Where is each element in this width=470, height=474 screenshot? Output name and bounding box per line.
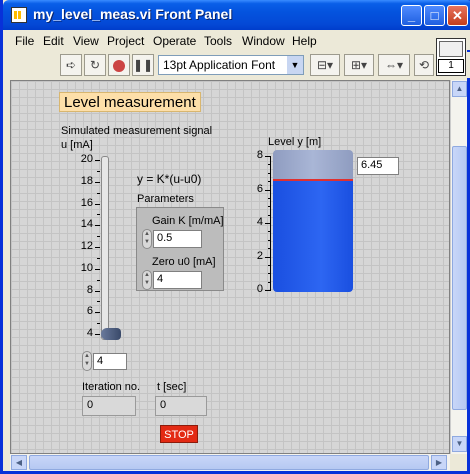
iteration-indicator: 0 xyxy=(82,396,136,416)
gain-spin-buttons[interactable]: ▲ ▼ xyxy=(142,229,152,249)
menu-edit[interactable]: Edit xyxy=(43,34,64,48)
slider-track[interactable] xyxy=(101,156,109,340)
menu-tools[interactable]: Tools xyxy=(204,34,232,48)
vertical-scrollbar[interactable]: ▲ ▼ xyxy=(450,80,467,454)
zero-spin-buttons[interactable]: ▲ ▼ xyxy=(142,270,152,290)
font-select-value: 13pt Application Font xyxy=(163,58,276,72)
iteration-label: Iteration no. xyxy=(82,381,141,393)
tank-label: Level y [m] xyxy=(268,136,322,148)
time-label: t [sec] xyxy=(157,381,187,393)
font-select[interactable]: 13pt Application Font ▼ xyxy=(158,55,304,75)
tank-tick-label: 0 xyxy=(256,283,263,295)
gain-input[interactable]: 0.5 xyxy=(153,230,202,248)
title-bar[interactable]: my_level_meas.vi Front Panel _ □ ✕ xyxy=(3,0,470,30)
vi-app-icon xyxy=(11,7,27,23)
tank-fill xyxy=(273,180,353,292)
slider-thumb[interactable] xyxy=(101,328,121,340)
scroll-left-icon[interactable]: ◀ xyxy=(11,455,27,470)
run-arrow-icon[interactable]: ➪ xyxy=(60,54,82,76)
slider-tick-mark xyxy=(95,160,100,161)
slider-spin-buttons[interactable]: ▲ ▼ xyxy=(82,351,92,371)
vi-icon-number: 1 xyxy=(438,59,464,73)
tank-tick-label: 8 xyxy=(256,149,263,161)
stop-button[interactable]: STOP xyxy=(160,425,198,443)
tank-indicator xyxy=(273,150,353,292)
slider-minor-tick xyxy=(97,192,100,194)
menu-help[interactable]: Help xyxy=(292,34,317,48)
slider-minor-tick xyxy=(97,257,100,259)
vertical-scroll-thumb[interactable] xyxy=(452,146,467,410)
zero-label: Zero u0 [mA] xyxy=(152,256,216,268)
time-indicator: 0 xyxy=(155,396,207,416)
menu-bar: File Edit View Project Operate Tools Win… xyxy=(6,30,470,50)
slider-minor-tick xyxy=(97,214,100,216)
slider-tick-label: 6 xyxy=(86,305,93,318)
resize-objects-icon[interactable]: ⇔▾ xyxy=(378,54,410,76)
slider-tick-mark xyxy=(95,225,100,227)
slider-label-line2: u [mA] xyxy=(61,139,93,151)
toolbar: ➪ ↻ ❚❚ 13pt Application Font ▼ ⊟▾ ⊞▾ ⇔▾ … xyxy=(6,38,470,78)
pause-icon[interactable]: ❚❚ xyxy=(132,54,154,76)
minimize-button[interactable]: _ xyxy=(401,5,422,26)
slider-minor-tick xyxy=(97,279,100,281)
parameters-label: Parameters xyxy=(137,193,194,205)
slider-tick-label: 8 xyxy=(86,283,93,296)
slider-minor-tick xyxy=(97,170,100,172)
slider-tick-label: 16 xyxy=(80,196,93,209)
scroll-down-icon[interactable]: ▼ xyxy=(452,436,467,452)
slider-tick-mark xyxy=(95,312,100,314)
slider-tick-mark xyxy=(95,181,100,183)
tank-tick-label: 6 xyxy=(256,182,263,195)
slider-tick-mark xyxy=(95,247,100,248)
gain-label: Gain K [m/mA] xyxy=(152,215,224,227)
scroll-right-icon[interactable]: ▶ xyxy=(431,455,447,470)
slider-tick-mark xyxy=(95,290,100,292)
horizontal-scroll-thumb[interactable] xyxy=(29,455,429,470)
slider-tick-label: 14 xyxy=(80,218,93,231)
menu-file[interactable]: File xyxy=(15,34,34,48)
slider-minor-tick xyxy=(97,236,100,238)
menu-project[interactable]: Project xyxy=(107,34,144,48)
slider-tick-mark xyxy=(95,268,100,270)
slider-tick-label: 4 xyxy=(86,327,93,339)
slider-tick-label: 20 xyxy=(80,153,93,165)
scroll-up-icon[interactable]: ▲ xyxy=(452,81,467,97)
tank-tick-label: 2 xyxy=(256,249,263,262)
slider-tick-label: 12 xyxy=(80,240,93,252)
run-continuously-icon[interactable]: ↻ xyxy=(84,54,106,76)
close-button[interactable]: ✕ xyxy=(447,5,468,26)
slider-tick-label: 18 xyxy=(80,174,93,187)
tank-axis-line xyxy=(270,156,271,290)
reorder-icon[interactable]: ⟲ xyxy=(414,54,434,76)
tank-digital-display: 6.45 xyxy=(357,157,399,175)
slider-tick-label: 10 xyxy=(80,261,93,274)
slider-digital-input[interactable]: 4 xyxy=(93,353,127,370)
tank-level-line xyxy=(273,179,353,181)
menu-view[interactable]: View xyxy=(73,34,99,48)
zero-input[interactable]: 4 xyxy=(153,271,202,289)
slider-minor-tick xyxy=(97,301,100,303)
tank-tick-label: 4 xyxy=(256,216,263,228)
distribute-objects-icon[interactable]: ⊞▾ xyxy=(344,54,374,76)
panel-heading: Level measurement xyxy=(59,92,201,112)
slider-label-line1: Simulated measurement signal xyxy=(61,125,213,137)
formula-text: y = K*(u-u0) xyxy=(137,172,202,186)
align-objects-icon[interactable]: ⊟▾ xyxy=(310,54,340,76)
chevron-down-icon: ▼ xyxy=(287,56,303,74)
horizontal-scrollbar[interactable]: ◀ ▶ xyxy=(10,454,450,471)
vi-connector-icon[interactable]: 1 xyxy=(436,38,466,76)
slider-tick-mark xyxy=(95,334,100,335)
tank-tick-mark xyxy=(265,290,271,291)
slider-tick-mark xyxy=(95,203,100,205)
abort-icon[interactable] xyxy=(108,54,130,76)
menu-window[interactable]: Window xyxy=(242,34,285,48)
tank-empty-region xyxy=(273,150,353,180)
window-title: my_level_meas.vi Front Panel xyxy=(33,6,233,22)
main-window: my_level_meas.vi Front Panel _ □ ✕ File … xyxy=(0,0,470,474)
slider-minor-tick xyxy=(97,323,100,325)
menu-operate[interactable]: Operate xyxy=(153,34,196,48)
maximize-button[interactable]: □ xyxy=(424,5,445,26)
